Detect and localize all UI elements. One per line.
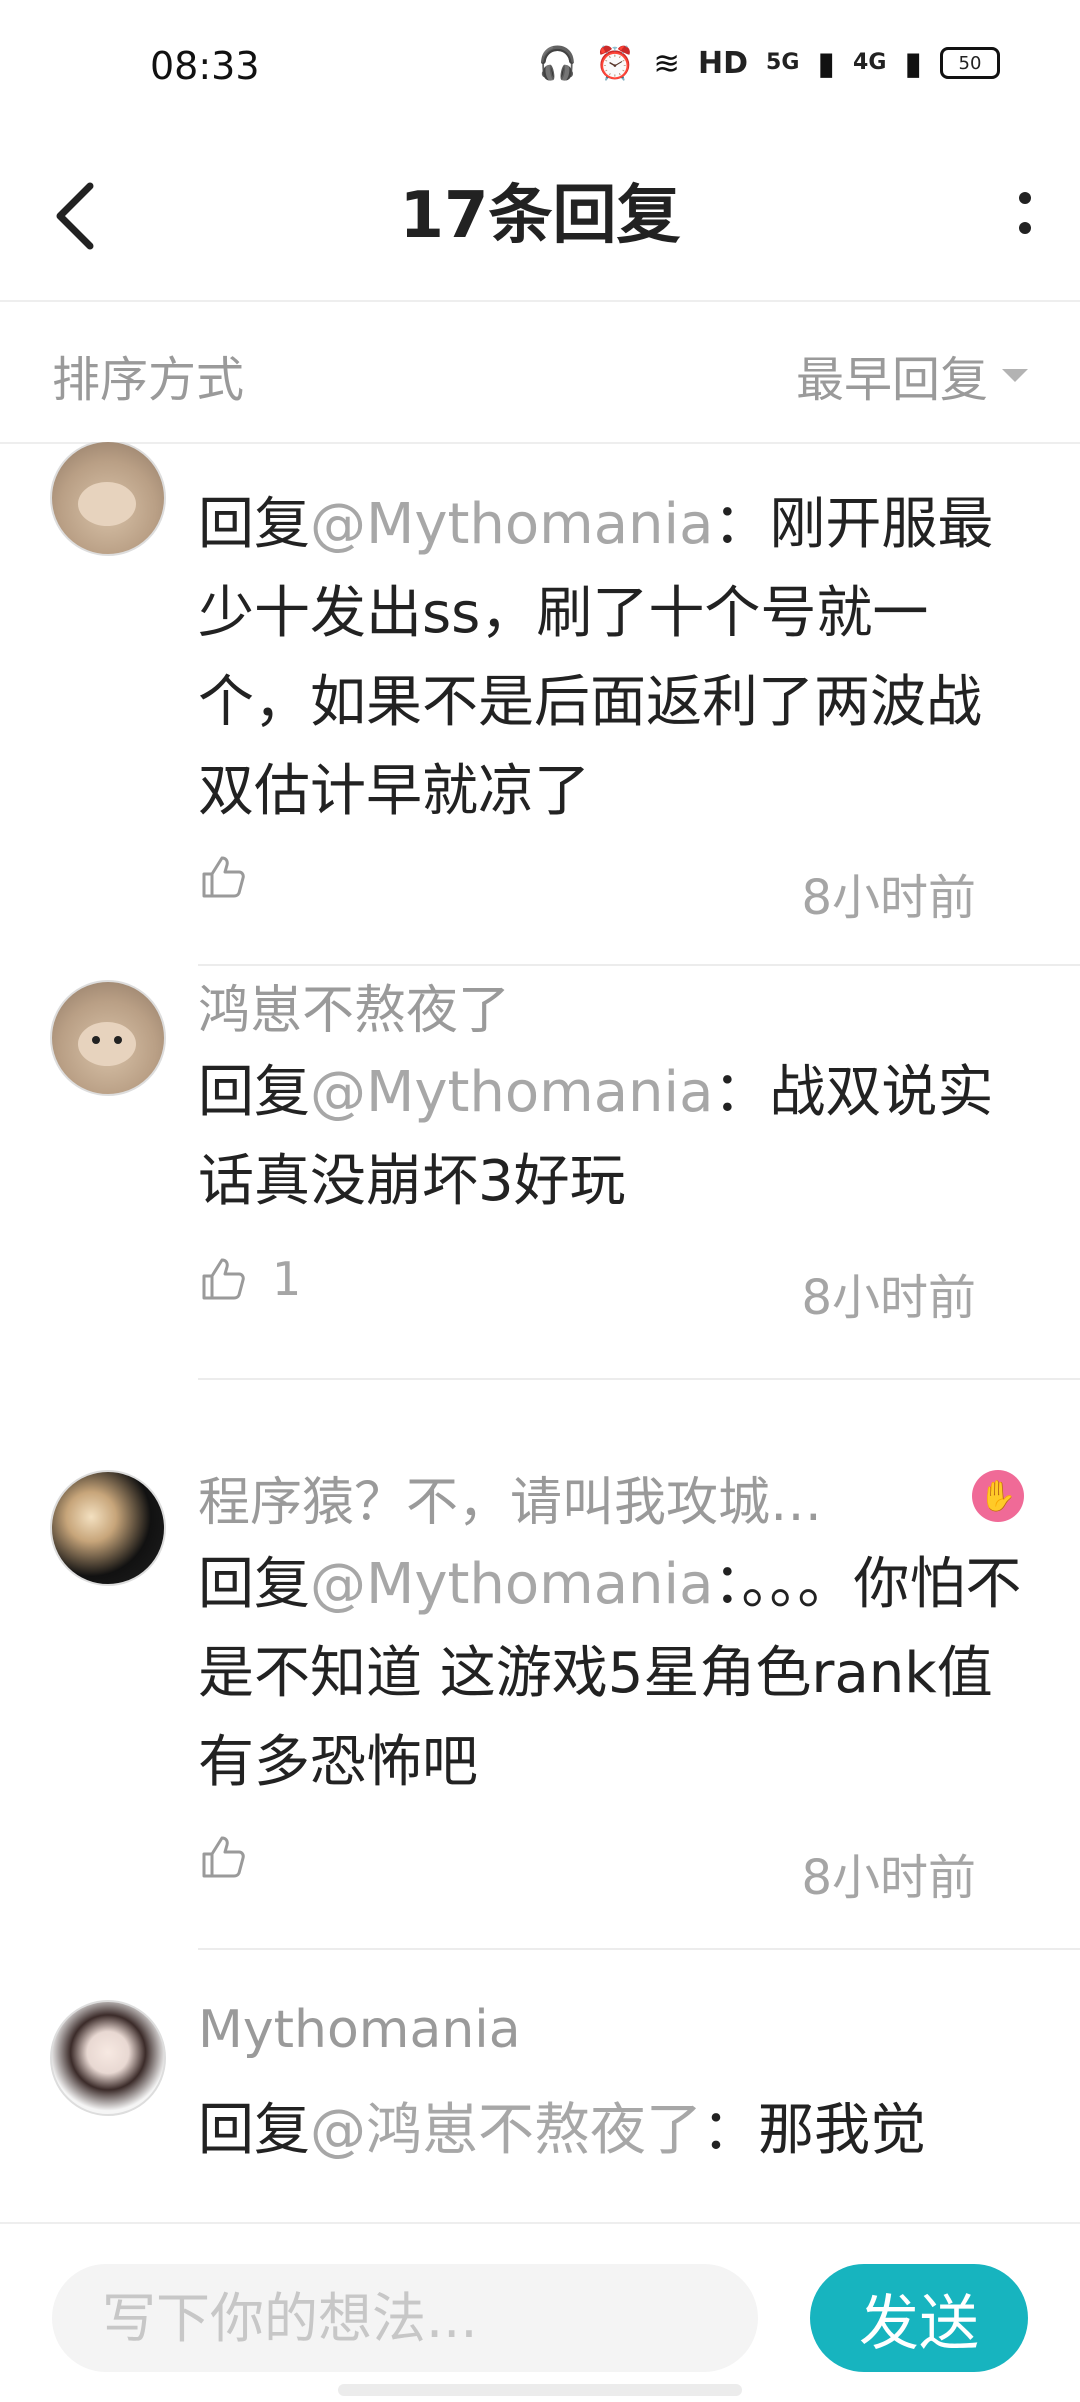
reply-time: 8小时前 — [801, 1850, 976, 1906]
reply-content[interactable]: 回复@鸿崽不熬夜了：那我觉 — [198, 2086, 1028, 2175]
username[interactable]: 鸿崽不熬夜了 — [198, 968, 510, 1043]
title-bar: 17条回复 — [0, 140, 1080, 302]
send-button[interactable]: 发送 — [810, 2264, 1028, 2372]
sort-dropdown[interactable]: 最早回复 — [796, 340, 1028, 410]
home-indicator — [338, 2384, 742, 2396]
more-vertical-icon — [1019, 192, 1031, 234]
mention[interactable]: @鸿崽不熬夜了 — [310, 2098, 702, 2163]
like-button[interactable] — [198, 852, 272, 902]
mention[interactable]: @Mythomania — [310, 492, 713, 557]
reply-content[interactable]: 回复@Mythomania：刚开服最少十发出ss，刷了十个号就一个，如果不是后面… — [198, 480, 1028, 836]
wifi-icon: ≋ — [653, 44, 681, 82]
page-title: 17条回复 — [399, 179, 681, 253]
reply-time: 8小时前 — [801, 870, 976, 926]
divider — [198, 1378, 1080, 1380]
divider — [198, 964, 1080, 966]
mention[interactable]: @Mythomania — [310, 1060, 713, 1125]
more-options-button[interactable] — [1000, 172, 1050, 262]
network-4g-badge: 4G — [853, 50, 887, 75]
avatar[interactable] — [50, 980, 166, 1096]
thumbs-up-icon — [202, 1258, 245, 1300]
user-badge-icon: ✋ — [972, 1470, 1024, 1522]
sort-selected-value: 最早回复 — [795, 352, 988, 408]
reply-item: Mythomania 回复@鸿崽不熬夜了：那我觉 — [0, 2000, 1080, 2222]
hd-badge: HD — [698, 45, 749, 81]
compose-bar: 发送 — [0, 2222, 1080, 2402]
reply-input[interactable] — [52, 2264, 758, 2372]
divider — [198, 1948, 1080, 1950]
battery-icon: 50 — [940, 47, 1000, 79]
alarm-icon: ⏰ — [595, 44, 636, 82]
reply-actions: 8小时前 — [198, 852, 1028, 932]
avatar[interactable] — [50, 2000, 166, 2116]
reply-list[interactable]: 回复@Mythomania：刚开服最少十发出ss，刷了十个号就一个，如果不是后面… — [0, 442, 1080, 2222]
status-time: 08:33 — [150, 44, 260, 88]
reply-time: 8小时前 — [801, 1270, 976, 1326]
reply-actions: 1 8小时前 — [198, 1252, 1028, 1332]
signal-icon: ▮ — [817, 44, 836, 82]
sort-label: 排序方式 — [52, 352, 245, 408]
mention[interactable]: @Mythomania — [310, 1552, 713, 1617]
status-icons: 🎧 ⏰ ≋ HD 5G ▮ 4G ▮ 50 — [538, 44, 1000, 82]
like-button[interactable]: 1 — [198, 1252, 301, 1306]
avatar[interactable] — [50, 442, 166, 556]
like-count: 1 — [272, 1252, 302, 1306]
status-bar: 08:33 🎧 ⏰ ≋ HD 5G ▮ 4G ▮ 50 — [0, 0, 1080, 140]
reply-content[interactable]: 回复@Mythomania：战双说实话真没崩坏3好玩 — [198, 1048, 1028, 1226]
reply-item: 程序猿？不，请叫我攻城… ✋ 回复@Mythomania：。。。你怕不是不知道 … — [0, 1470, 1080, 2112]
reply-actions: 8小时前 — [198, 1832, 1028, 1912]
username[interactable]: 程序猿？不，请叫我攻城… — [198, 1460, 822, 1535]
caret-down-icon — [1002, 368, 1028, 382]
reply-content[interactable]: 回复@Mythomania：。。。你怕不是不知道 这游戏5星角色rank值有多恐… — [198, 1540, 1028, 1807]
sort-bar: 排序方式 最早回复 — [0, 300, 1080, 444]
network-5g-badge: 5G — [766, 50, 800, 75]
thumbs-up-icon — [202, 856, 245, 898]
thumbs-up-icon — [202, 1836, 245, 1878]
username[interactable]: Mythomania — [198, 2000, 521, 2060]
like-button[interactable] — [198, 1832, 272, 1882]
signal-icon: ▮ — [904, 44, 922, 82]
headphones-icon: 🎧 — [537, 44, 578, 82]
avatar[interactable] — [50, 1470, 166, 1586]
